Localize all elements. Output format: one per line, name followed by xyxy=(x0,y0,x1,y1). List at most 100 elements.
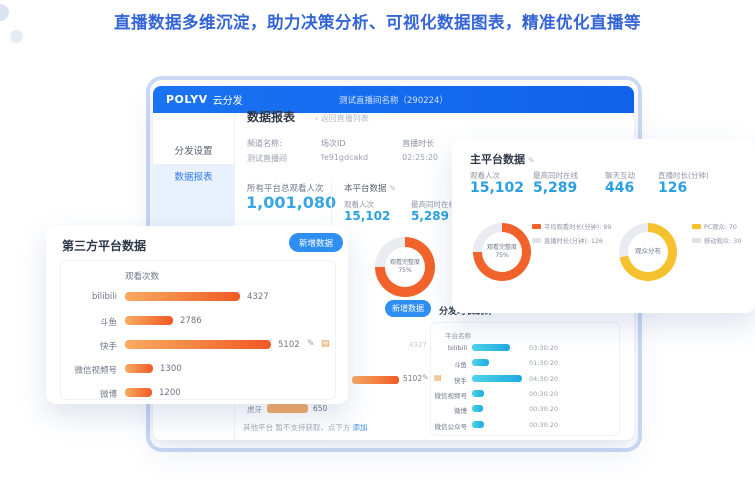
background-bar xyxy=(352,376,399,384)
bar-label: 快手 xyxy=(61,340,117,352)
bar-value: 00:30:20 xyxy=(529,405,558,413)
edit-pencil-icon[interactable]: ✎ xyxy=(422,373,429,382)
bar-value: 650 xyxy=(313,404,327,413)
this-platform-title: 本平台数据✎ xyxy=(344,182,396,194)
bar-row: 快手 5102 ✎ ▤ xyxy=(61,339,335,351)
bar xyxy=(125,316,173,325)
completion-donut-chart: 观看完整度 75% xyxy=(375,237,435,297)
legend-swatch-icon xyxy=(692,224,701,229)
bar xyxy=(125,340,271,349)
bar xyxy=(125,388,152,397)
bar-row: 微博 00:30:20 xyxy=(431,404,619,416)
legend-item: 直播时长(分钟): 126 xyxy=(532,236,611,245)
bar-value: 00:30:20 xyxy=(529,421,558,429)
edit-pencil-icon[interactable]: ✎ xyxy=(307,339,315,349)
bar xyxy=(472,375,522,382)
polyv-logo: POLYV xyxy=(166,93,208,106)
third-party-data-card: 第三方平台数据 新增数据 观看次数 bilibili 4327 斗鱼2786 快手 51… xyxy=(46,226,348,404)
sidebar-item-distribution-settings[interactable]: 分发设置 xyxy=(153,138,234,162)
legend-swatch-icon xyxy=(532,238,541,243)
stat-value: 5,289 xyxy=(533,180,577,196)
chart-title: 观看次数 xyxy=(125,270,159,282)
logo-suffix: 云分发 xyxy=(213,92,243,107)
stat-value: 126 xyxy=(658,180,687,196)
bar-row: 斗鱼 01:30:20 xyxy=(431,358,619,370)
info-value: 测试直播间 xyxy=(247,153,287,164)
note-text: 其他平台 暂不支持获取，点下方添加 xyxy=(243,422,367,433)
bar xyxy=(125,292,240,301)
page-title: 直播数据多维沉淀，助力决策分析、可视化数据图表，精准优化直播等 xyxy=(0,9,755,33)
bar-label: 虎牙 xyxy=(237,404,262,415)
bar-row: 快手04:30:20 xyxy=(431,374,619,386)
add-data-button[interactable]: 新增数据 xyxy=(385,300,431,317)
dashboard-header: POLYV 云分发 测试直播间名称（290224） xyxy=(153,86,634,113)
add-data-button[interactable]: 新增数据 xyxy=(289,233,343,252)
legend-item: 移动观众: 30 xyxy=(692,236,741,245)
bar-label: 斗鱼 xyxy=(431,359,467,369)
bar-value: 01:30:20 xyxy=(529,359,558,367)
bar-row: bilibili03:30:20 xyxy=(431,343,619,355)
total-views-value: 1,001,080 xyxy=(246,193,336,212)
duration-chart-title: 平台名称 xyxy=(445,330,471,340)
bar-label: 微博 xyxy=(431,405,467,415)
info-field: 频道名称: 测试直播间 xyxy=(247,138,287,164)
duration-chart: 平台名称 bilibili03:30:20 斗鱼 01:30:20 快手04:30:2… xyxy=(430,322,620,436)
bar xyxy=(472,421,484,428)
legend-item: PC观众: 70 xyxy=(692,222,741,231)
background-bar xyxy=(267,404,308,413)
stat-value: 15,102 xyxy=(344,209,390,223)
page: 直播数据多维沉淀，助力决策分析、可视化数据图表，精准优化直播等 POLYV 云分… xyxy=(0,0,755,492)
bar-label: 微信视频号 xyxy=(61,364,117,376)
bar-value: 1300 xyxy=(160,364,182,374)
bar-row: 斗鱼2786 xyxy=(61,315,335,327)
bar-value: 5102 xyxy=(278,340,300,350)
bar-label: 微信公众号 xyxy=(431,421,467,431)
legend-item: 平均观看时长(分钟): 99 xyxy=(532,222,611,231)
audience-donut-chart: 观众分布 xyxy=(619,223,677,281)
donut-center-label: 观众分布 xyxy=(619,223,677,281)
legend-swatch-icon xyxy=(692,238,701,243)
note-link[interactable]: 添加 xyxy=(352,423,367,432)
info-label: 直播时长 xyxy=(402,138,438,149)
info-value: fe91gdcakd xyxy=(321,153,368,162)
stat-value: 5,289 xyxy=(411,209,449,223)
edit-pencil-icon[interactable]: ✎ xyxy=(390,184,397,193)
sidebar-item-data-report[interactable]: 数据报表 xyxy=(153,164,234,188)
bar-value: 1200 xyxy=(159,388,181,398)
bar-row: 微信视频号 00:30:20 xyxy=(431,389,619,401)
bar-label: 微信视频号 xyxy=(431,390,467,400)
info-label: 频道名称: xyxy=(247,138,287,149)
donut-center-label: 观看完整度 75% xyxy=(473,223,531,281)
bar-value: 00:30:20 xyxy=(529,390,558,398)
donut-center-label: 观看完整度 75% xyxy=(375,237,435,297)
views-bar-chart: 观看次数 bilibili 4327 斗鱼2786 快手 5102 ✎ ▤ 微信视频号 1300… xyxy=(60,260,336,400)
info-label: 场次ID xyxy=(321,138,368,149)
bar xyxy=(472,390,484,397)
completion-donut-chart: 观看完整度 75% xyxy=(473,223,531,281)
main-platform-card: 主平台数据✎ 观看人次15,102最高同时在线5,289聊天互动446直播时长(… xyxy=(452,139,755,313)
bar-row: 微信视频号 1300 xyxy=(61,363,335,375)
edit-pencil-icon[interactable]: ✎ xyxy=(528,156,535,165)
card-title: 第三方平台数据 xyxy=(62,237,146,254)
bar-label: 斗鱼 xyxy=(61,316,117,328)
bar xyxy=(472,359,489,366)
bar xyxy=(472,344,510,351)
legend-swatch-icon xyxy=(532,224,541,229)
save-icon[interactable]: ▤ xyxy=(434,373,442,382)
bar xyxy=(125,364,153,373)
bar-value: 03:30:20 xyxy=(529,344,558,352)
stat-value: 446 xyxy=(605,180,634,196)
save-icon[interactable]: ▤ xyxy=(321,339,330,349)
divider xyxy=(331,182,332,226)
bar-row: 微博 1200 xyxy=(61,387,335,399)
donut-legend: 平均观看时长(分钟): 99 直播时长(分钟): 126 xyxy=(532,222,611,250)
bar-label: 微博 xyxy=(61,388,117,400)
bar xyxy=(472,405,483,412)
bar-row: 微信公众号 00:30:20 xyxy=(431,420,619,432)
info-value: 02:25:20 xyxy=(402,153,438,162)
bar-label: bilibili xyxy=(61,292,117,302)
content-title: 数据报表 xyxy=(247,108,295,125)
bar-value: 4327 xyxy=(247,292,269,302)
back-link[interactable]: ‹ 返回直播列表 xyxy=(315,113,369,124)
bar-row: bilibili 4327 xyxy=(61,291,335,303)
